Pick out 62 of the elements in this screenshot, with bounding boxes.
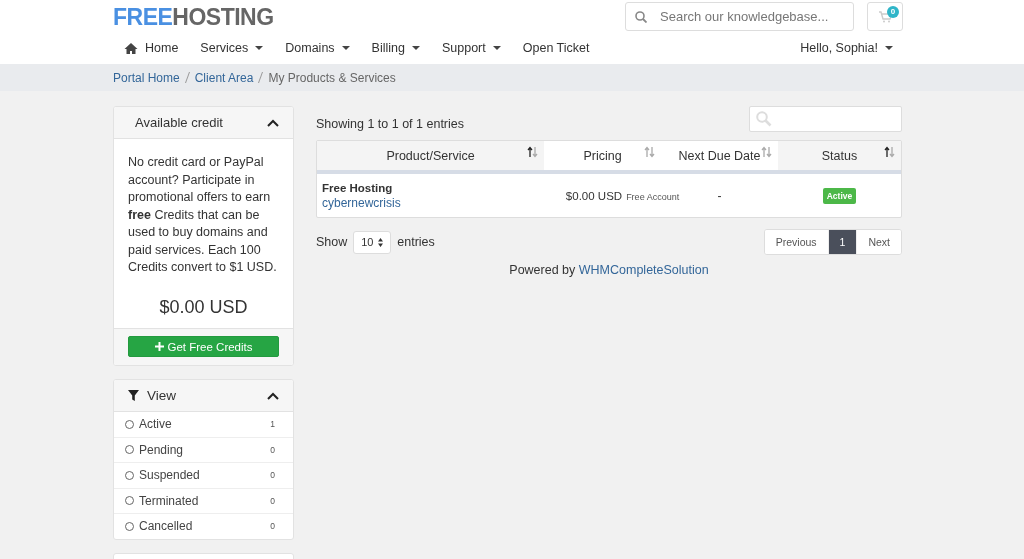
pagination-button[interactable]: 1 — [827, 230, 857, 254]
product-name: Free Hosting — [322, 181, 394, 194]
credit-amount: $0.00 USD — [158, 298, 249, 316]
caret-icon — [411, 46, 420, 50]
price-text: $0.00 USD — [565, 189, 623, 202]
nav-link[interactable]: Open Ticket — [511, 41, 601, 55]
option-count: 1 — [270, 419, 275, 430]
domain-link[interactable]: cybernewcrisis — [322, 195, 544, 210]
chevron-up-icon[interactable] — [267, 391, 279, 400]
breadcrumb-link[interactable]: Client Area — [194, 70, 254, 85]
table-search-field[interactable] — [749, 106, 902, 132]
user-menu[interactable]: Hello, Sophia! — [789, 41, 893, 55]
sort-icon[interactable] — [884, 146, 895, 158]
column-header[interactable]: Pricing — [544, 141, 661, 170]
search-icon — [635, 10, 647, 23]
nav-link[interactable]: Domains — [274, 41, 361, 55]
option-count: 0 — [270, 495, 275, 506]
updown-icon — [378, 237, 384, 247]
due-date: - — [717, 188, 722, 203]
filter-option[interactable]: Pending 0 — [114, 436, 293, 462]
option-count: 0 — [270, 444, 275, 455]
caret-icon — [885, 46, 893, 50]
panel-title: Available credit — [135, 115, 224, 130]
filter-option[interactable]: Cancelled 0 — [114, 513, 293, 539]
panel-title: View — [147, 388, 178, 403]
plus-icon — [154, 342, 164, 351]
column-header[interactable]: Status — [778, 141, 901, 170]
credit-description: No credit card or PayPal account? Participate in promotional offers to earn free Credits that can be used to buy domains and paid services. Each 100 Credits convert to $1 USD. — [128, 154, 278, 276]
powered-by-text: Powered by WHMCompleteSolution — [508, 263, 710, 277]
filter-option[interactable]: Terminated 0 — [114, 487, 293, 513]
status-badge: Active — [822, 187, 857, 204]
show-label: Show — [316, 235, 348, 249]
nav-link[interactable]: Billing — [360, 41, 431, 55]
caret-icon — [341, 46, 350, 50]
breadcrumb-current: My Products & Services — [268, 70, 396, 85]
search-icon — [756, 111, 772, 127]
powered-by-link[interactable]: WHMCompleteSolution — [578, 263, 709, 277]
billing-cycle: Free Account — [626, 191, 680, 202]
logo[interactable]: FREEHOSTING — [113, 3, 274, 31]
nav-link[interactable]: Home — [113, 41, 190, 55]
entries-label: entries — [397, 235, 435, 249]
search-field[interactable]: Search our knowledgebase... — [625, 1, 854, 31]
home-icon — [124, 42, 138, 54]
option-count: 0 — [270, 470, 275, 481]
sort-icon[interactable] — [527, 146, 538, 158]
nav-link[interactable]: Services — [189, 41, 275, 55]
caret-icon — [492, 46, 501, 50]
filter-icon — [128, 390, 139, 401]
column-header[interactable]: Product/Service — [317, 141, 544, 170]
pagination-button[interactable]: Next — [856, 230, 901, 254]
filter-option[interactable]: Active 1 — [114, 412, 293, 437]
entries-info: Showing 1 to 1 of 1 entries — [316, 117, 464, 132]
chevron-up-icon[interactable] — [267, 118, 279, 127]
option-count: 0 — [270, 521, 275, 532]
breadcrumb-link[interactable]: Portal Home — [113, 70, 180, 85]
cart-icon — [877, 9, 893, 23]
cart-count-badge: 0 — [887, 5, 899, 18]
caret-icon — [255, 46, 264, 50]
nav-link[interactable]: Support — [430, 41, 512, 55]
filter-option[interactable]: Suspended 0 — [114, 462, 293, 488]
column-header[interactable]: Next Due Date — [661, 141, 778, 170]
page-length-select[interactable]: 10 — [353, 230, 392, 254]
